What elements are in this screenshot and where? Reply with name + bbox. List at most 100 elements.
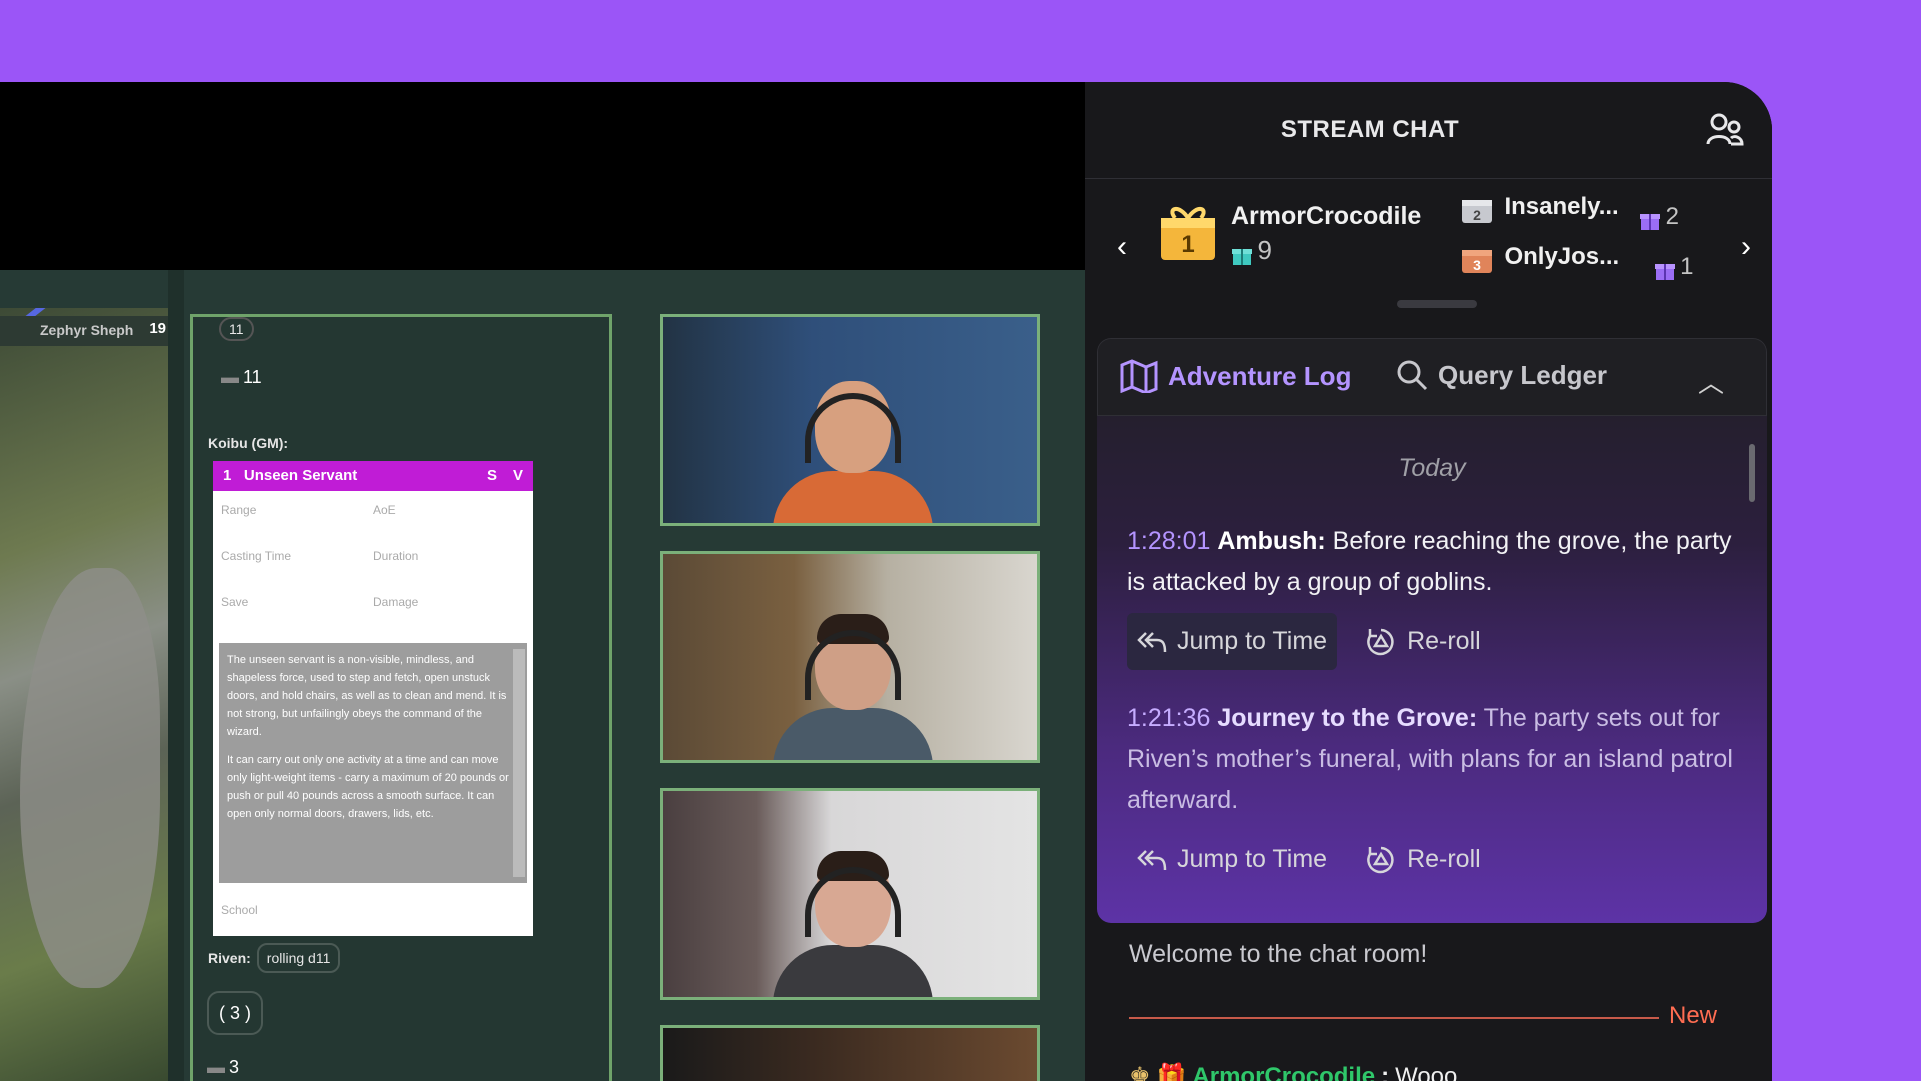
chat-title: STREAM CHAT — [1280, 116, 1460, 143]
leaderboard-second-name[interactable]: Insanely... — [1504, 193, 1618, 220]
reroll-dice-icon — [1367, 628, 1394, 655]
stream-frame: Zephyr Sheph 19 11 ▬ 11 Koibu (GM): 1 Uns… — [0, 82, 1772, 1081]
gift-count-icon — [1232, 248, 1252, 265]
log-entry-title: Ambush: — [1217, 527, 1326, 555]
tab-query-ledger-label: Query Ledger — [1438, 359, 1608, 390]
leaderboard-third-count: 1 — [1680, 253, 1694, 280]
virtual-tabletop: Zephyr Sheph 19 11 ▬ 11 Koibu (GM): 1 Uns… — [0, 270, 1085, 1081]
roll-result: ▬ 11 — [221, 367, 262, 387]
reroll-label: Re-roll — [1407, 845, 1481, 873]
stream-chat-sidebar: STREAM CHAT ‹ › 1 ArmorCrocodile 9 2 Ins… — [1085, 82, 1772, 1081]
riven-roll-text: rolling d11 — [256, 943, 341, 973]
chat-message-user[interactable]: ArmorCrocodile — [1192, 1063, 1375, 1081]
gift-count-icon — [1640, 213, 1661, 230]
crown-badge-icon: ♚ — [1129, 1063, 1151, 1081]
spell-aoe-label: AoE — [373, 503, 396, 517]
spell-name: Unseen Servant — [243, 467, 358, 484]
log-entry: 1:28:01 Ambush: Before reaching the grov… — [1127, 521, 1737, 670]
log-entry-time[interactable]: 1:21:36 — [1127, 704, 1210, 732]
jump-to-time-label: Jump to Time — [1177, 845, 1328, 873]
spell-tag-v: V — [512, 467, 523, 484]
webcam-player-3 — [660, 788, 1040, 1000]
reroll-button[interactable]: Re-roll — [1355, 831, 1491, 888]
chat-message-text: Wooo — [1395, 1062, 1458, 1081]
webcam-column — [660, 314, 1040, 1081]
leaderboard-drag-handle[interactable] — [1397, 300, 1477, 308]
reroll-dice-icon — [1367, 846, 1394, 873]
log-entry-time[interactable]: 1:28:01 — [1127, 527, 1210, 555]
gift-rank-1-icon: 1 — [1161, 207, 1215, 260]
minus-icon: ▬ — [207, 1057, 225, 1077]
dice-result-chip: 11 — [219, 317, 254, 341]
new-messages-divider — [1129, 1017, 1659, 1019]
community-users-icon[interactable] — [1705, 110, 1745, 150]
day-separator: Today — [1398, 454, 1466, 482]
leaderboard-first: 1 ArmorCrocodile 9 — [1157, 200, 1421, 267]
column-separator — [168, 270, 184, 1081]
player-figure — [773, 827, 933, 997]
spell-school-label: School — [221, 903, 258, 917]
gm-speaker-label: Koibu (GM): — [208, 435, 289, 451]
svg-text:1: 1 — [1181, 231, 1194, 258]
adventure-log-scrollbar[interactable] — [1749, 444, 1755, 502]
battle-map: Zephyr Sheph 19 — [0, 308, 168, 1081]
last-roll-result: ▬ 3 — [207, 1057, 240, 1077]
mouse-cursor-icon: ☝ — [1351, 920, 1362, 923]
riven-roll-row: Riven: rolling d11 — [208, 943, 341, 973]
vtt-chat-panel: 11 ▬ 11 Koibu (GM): 1 Unseen Servant SV R… — [190, 314, 612, 1081]
chevron-up-icon[interactable]: ︿ — [1698, 363, 1724, 400]
gift-rank-2-icon: 2 — [1462, 200, 1492, 223]
spell-level: 1 — [223, 467, 232, 484]
tab-query-ledger[interactable]: Query Ledger — [1396, 359, 1607, 391]
player-figure — [773, 590, 933, 760]
spell-duration-label: Duration — [373, 549, 419, 563]
leaderboard-prev-icon[interactable]: ‹ — [1107, 232, 1137, 262]
jump-to-time-label: Jump to Time — [1177, 627, 1328, 655]
leaderboard-second-count: 2 — [1665, 203, 1679, 230]
webcam-player-1 — [660, 314, 1040, 526]
reroll-button[interactable]: Re-roll — [1355, 613, 1491, 670]
spell-casting-label: Casting Time — [221, 549, 292, 563]
map-token-label: Zephyr Sheph 19 — [0, 316, 168, 346]
token-number: 19 — [149, 320, 166, 337]
jump-to-time-button[interactable]: Jump to Time — [1127, 831, 1337, 888]
tab-adventure-log[interactable]: Adventure Log — [1120, 359, 1351, 393]
header-divider — [1085, 178, 1772, 179]
log-entry-title: Journey to the Grove: — [1217, 704, 1478, 732]
spell-card: 1 Unseen Servant SV Range AoE Casting Tim… — [213, 461, 533, 936]
svg-text:2: 2 — [1473, 207, 1481, 223]
spell-tag-s: S — [486, 467, 497, 484]
leaderboard-second: 2 Insanely... 2 — [1460, 190, 1679, 231]
gift-leaderboard: ‹ › 1 ArmorCrocodile 9 2 Insanely... 2 3… — [1085, 182, 1772, 298]
map-water — [20, 568, 160, 988]
leaderboard-next-icon[interactable]: › — [1731, 232, 1761, 262]
spell-damage-label: Damage — [373, 595, 419, 609]
riven-speaker-label: Riven: — [208, 950, 251, 966]
dice-chip: ( 3 ) — [207, 991, 263, 1035]
player-figure — [773, 353, 933, 523]
log-entry: 1:21:36 Journey to the Grove: The party … — [1127, 698, 1737, 888]
adventure-tabs: Adventure Log Query Ledger ︿ — [1097, 338, 1767, 416]
leaderboard-first-count: 9 — [1257, 235, 1272, 265]
welcome-message: Welcome to the chat room! — [1129, 940, 1428, 968]
token-name: Zephyr Sheph — [40, 322, 134, 338]
stream-video: Zephyr Sheph 19 11 ▬ 11 Koibu (GM): 1 Uns… — [0, 82, 1085, 1081]
gift-badge-icon: 🎁 — [1156, 1063, 1187, 1081]
svg-text:3: 3 — [1473, 257, 1481, 273]
webcam-player-4 — [660, 1025, 1040, 1081]
reply-all-icon — [1137, 631, 1167, 652]
spell-desc-scrollbar[interactable] — [513, 649, 525, 877]
leaderboard-third: 3 OnlyJos... 1 — [1460, 240, 1693, 281]
spell-description[interactable]: The unseen servant is a non-visible, min… — [219, 643, 527, 883]
leaderboard-third-name[interactable]: OnlyJos... — [1504, 243, 1619, 270]
search-icon — [1397, 360, 1428, 391]
map-icon — [1120, 359, 1158, 393]
spell-desc-paragraph-1: The unseen servant is a non-visible, min… — [227, 654, 507, 738]
tab-adventure-log-label: Adventure Log — [1168, 360, 1352, 391]
leaderboard-first-name[interactable]: ArmorCrocodile — [1231, 202, 1421, 231]
spell-desc-paragraph-2: It can carry out only one activity at a … — [227, 754, 509, 820]
gift-count-icon — [1654, 263, 1675, 280]
jump-to-time-button[interactable]: Jump to Time — [1127, 613, 1338, 670]
webcam-player-2 — [660, 551, 1040, 763]
spell-range-label: Range — [221, 503, 257, 517]
